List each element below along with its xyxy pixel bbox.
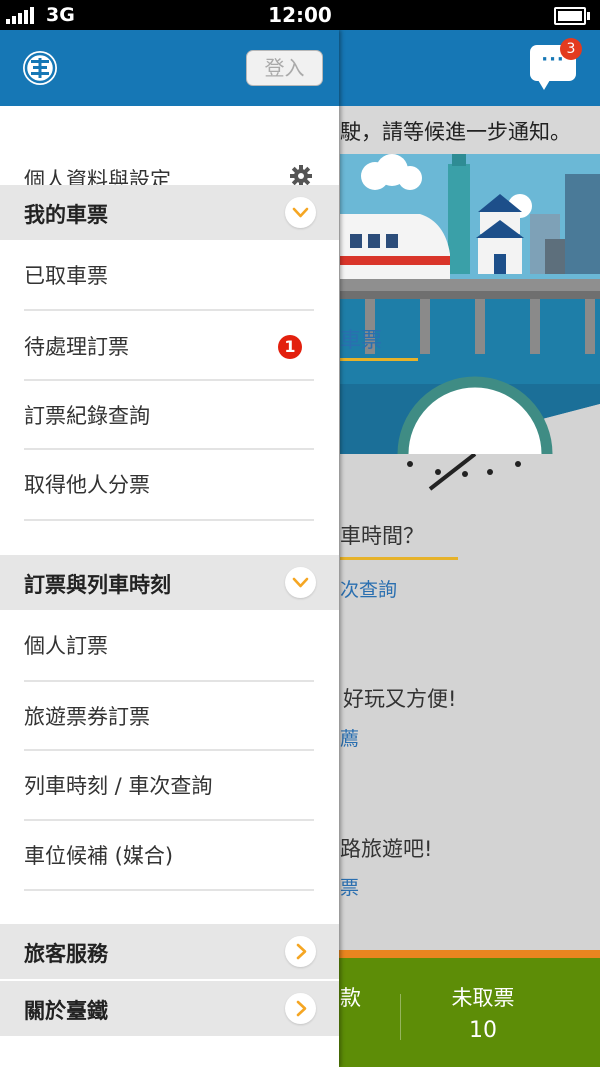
section-booking[interactable]: 訂票與列車時刻: [0, 555, 339, 610]
section-my-tickets-title: 我的車票: [24, 203, 108, 227]
banner-tab-label[interactable]: 車票: [340, 324, 382, 354]
chevron-right-icon[interactable]: [285, 993, 316, 1024]
pending-count-badge: 1: [278, 335, 302, 359]
unclaimed-tickets-label[interactable]: 未取票: [400, 982, 566, 1012]
clock: 12:00: [268, 3, 332, 27]
section-passenger-services[interactable]: 旅客服務: [0, 924, 339, 979]
menu-item-label: 待處理訂票: [24, 335, 129, 359]
menu-item-waitlist[interactable]: 車位候補 (媒合): [0, 821, 339, 891]
menu-item-label: 列車時刻 / 車次查詢: [24, 774, 213, 798]
menu-item-label: 旅遊票券訂票: [24, 705, 150, 729]
menu-item-timetable[interactable]: 列車時刻 / 車次查詢: [0, 751, 339, 819]
message-badge: 3: [560, 38, 582, 60]
menu-item-label: 已取車票: [24, 264, 108, 288]
section-my-tickets[interactable]: 我的車票: [0, 185, 339, 240]
section-about[interactable]: 關於臺鐵: [0, 981, 339, 1036]
promo-text-1: 好玩又方便!: [343, 687, 457, 711]
promo-link-1[interactable]: 薦: [340, 724, 359, 751]
menu-item-tour-tickets[interactable]: 旅遊票券訂票: [0, 682, 339, 750]
section-about-title: 關於臺鐵: [24, 999, 108, 1023]
footer-partial-label: 款: [340, 986, 361, 1010]
menu-item-personal-booking[interactable]: 個人訂票: [0, 610, 339, 680]
status-bar: 3G 12:00: [0, 0, 600, 30]
menu-item-label: 個人訂票: [24, 634, 108, 658]
section-services-title: 旅客服務: [24, 942, 108, 966]
question-text: 車時間？: [340, 524, 424, 548]
promo-link-2[interactable]: 票: [340, 873, 359, 900]
notice-text: 駛，請等候進一步通知。: [340, 120, 571, 144]
promo-text-2: 路旅遊吧!: [340, 837, 433, 861]
menu-item-label: 訂票紀錄查詢: [24, 404, 150, 428]
chevron-down-icon[interactable]: [285, 197, 316, 228]
railway-logo-icon: [23, 51, 57, 85]
gear-icon[interactable]: [290, 165, 312, 187]
menu-item-collected-tickets[interactable]: 已取車票: [0, 240, 339, 310]
menu-item-order-history[interactable]: 訂票紀錄查詢: [0, 381, 339, 449]
chevron-down-icon[interactable]: [285, 567, 316, 598]
clock-hands: [407, 454, 521, 491]
section-booking-title: 訂票與列車時刻: [24, 573, 171, 597]
unclaimed-tickets-count: 10: [469, 1018, 497, 1043]
menu-item-shared-tickets[interactable]: 取得他人分票: [0, 450, 339, 520]
login-button[interactable]: 登入: [246, 50, 323, 86]
menu-item-label: 取得他人分票: [24, 473, 150, 497]
drawer-header: 登入: [0, 30, 339, 106]
side-drawer: 登入 個人資料與設定 我的車票 已取車票 待處理訂票 1 訂票紀錄查詢 取得他人…: [0, 30, 339, 1067]
query-link[interactable]: 次查詢: [340, 575, 397, 602]
battery-icon: [554, 7, 590, 25]
chevron-right-icon[interactable]: [285, 936, 316, 967]
menu-item-pending-orders[interactable]: 待處理訂票 1: [0, 311, 339, 379]
menu-item-label: 車位候補 (媒合): [24, 844, 174, 868]
